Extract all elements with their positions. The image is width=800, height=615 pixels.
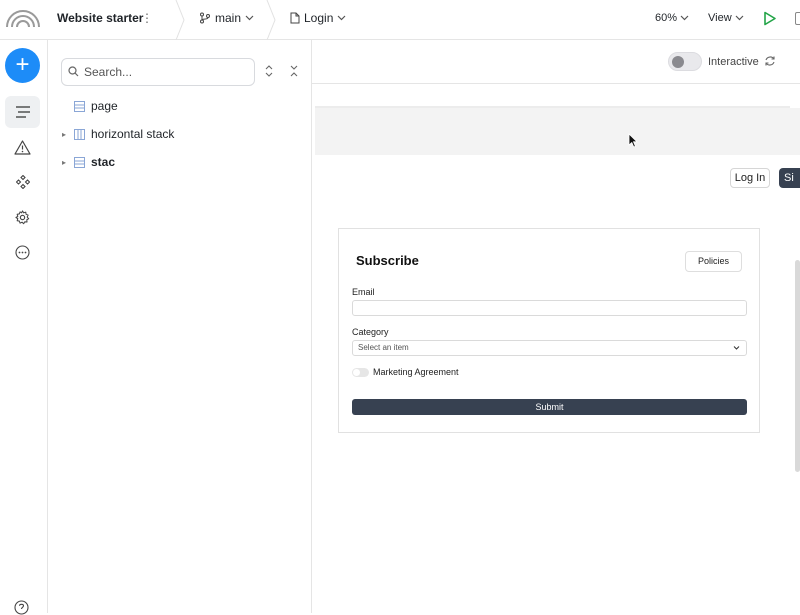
signup-button[interactable]: Si — [779, 168, 800, 188]
chevron-down-icon — [245, 15, 254, 21]
layer-item-page[interactable]: page — [48, 95, 312, 117]
refresh-icon[interactable] — [764, 55, 776, 67]
email-field[interactable] — [352, 300, 747, 316]
panel-toggle-icon[interactable] — [795, 12, 800, 25]
top-bar: Website starter ⋮ main Login 60% View — [0, 0, 800, 40]
interactive-toggle[interactable] — [668, 52, 702, 71]
layers-panel: page ▸ horizontal stack ▸ stac — [48, 40, 312, 613]
login-button[interactable]: Log In — [730, 168, 770, 188]
file-icon — [290, 12, 300, 24]
add-button[interactable]: + — [5, 48, 40, 83]
chevron-right-icon[interactable]: ▸ — [62, 158, 70, 167]
problems-button[interactable] — [5, 131, 40, 163]
page-selector[interactable]: Login — [290, 11, 346, 25]
preview-header-band[interactable] — [315, 108, 800, 155]
subscribe-card: Subscribe Policies Email Category Select… — [338, 228, 760, 433]
toggle-knob — [353, 369, 360, 376]
layers-button[interactable] — [5, 96, 40, 128]
branch-name: main — [215, 11, 242, 25]
collapse-all-icon[interactable] — [290, 65, 298, 77]
category-select[interactable]: Select an item — [352, 340, 747, 356]
stack-icon — [74, 156, 85, 168]
horizontal-stack-icon — [74, 128, 85, 140]
logo-icon[interactable] — [5, 8, 41, 28]
expand-all-icon[interactable] — [265, 65, 273, 77]
card-title: Subscribe — [356, 253, 419, 268]
scrollbar-thumb[interactable] — [795, 260, 800, 472]
chevron-down-icon — [735, 15, 744, 21]
components-icon — [15, 175, 30, 189]
layer-label: horizontal stack — [91, 127, 175, 141]
view-label: View — [708, 12, 732, 24]
zoom-selector[interactable]: 60% — [655, 12, 689, 24]
chevron-down-icon — [733, 346, 740, 350]
category-label: Category — [352, 327, 389, 337]
left-rail: + — [0, 40, 48, 613]
branch-selector[interactable]: main — [199, 11, 254, 25]
layer-item-stac[interactable]: ▸ stac — [48, 151, 312, 173]
zoom-level: 60% — [655, 12, 678, 24]
settings-button[interactable] — [5, 201, 40, 233]
interactive-label: Interactive — [708, 56, 759, 68]
search-icon — [68, 66, 79, 77]
canvas-toolbar: Interactive — [312, 40, 800, 84]
submit-button[interactable]: Submit — [352, 399, 747, 415]
mouse-cursor-icon — [628, 133, 638, 148]
category-placeholder: Select an item — [358, 343, 409, 352]
policies-button[interactable]: Policies — [685, 251, 742, 272]
email-label: Email — [352, 287, 375, 297]
more-icon — [15, 244, 30, 260]
view-menu[interactable]: View — [708, 12, 744, 24]
settings-icon — [15, 209, 30, 224]
warning-icon — [14, 139, 31, 155]
layer-label: page — [91, 99, 118, 113]
canvas[interactable]: Interactive Log In Si Subscribe Policies… — [312, 40, 800, 613]
chevron-right-icon[interactable]: ▸ — [62, 130, 70, 139]
marketing-toggle[interactable] — [352, 368, 369, 377]
chevron-down-icon — [337, 15, 346, 21]
project-menu-icon[interactable]: ⋮ — [141, 11, 153, 25]
more-button[interactable] — [5, 236, 40, 268]
page-name: Login — [304, 11, 334, 25]
search-input[interactable] — [84, 64, 249, 80]
breadcrumb-separator — [266, 0, 276, 40]
marketing-label: Marketing Agreement — [373, 367, 459, 377]
play-icon[interactable] — [763, 11, 777, 26]
project-name[interactable]: Website starter — [57, 11, 143, 25]
branch-icon — [200, 12, 210, 24]
toggle-knob — [672, 56, 684, 68]
chevron-down-icon — [680, 15, 689, 21]
layer-item-horizontal-stack[interactable]: ▸ horizontal stack — [48, 123, 312, 145]
stack-icon — [74, 100, 85, 112]
breadcrumb-separator — [175, 0, 185, 40]
layers-icon — [15, 106, 30, 118]
layer-label: stac — [91, 155, 116, 169]
components-button[interactable] — [5, 166, 40, 198]
search-field[interactable] — [61, 58, 255, 86]
